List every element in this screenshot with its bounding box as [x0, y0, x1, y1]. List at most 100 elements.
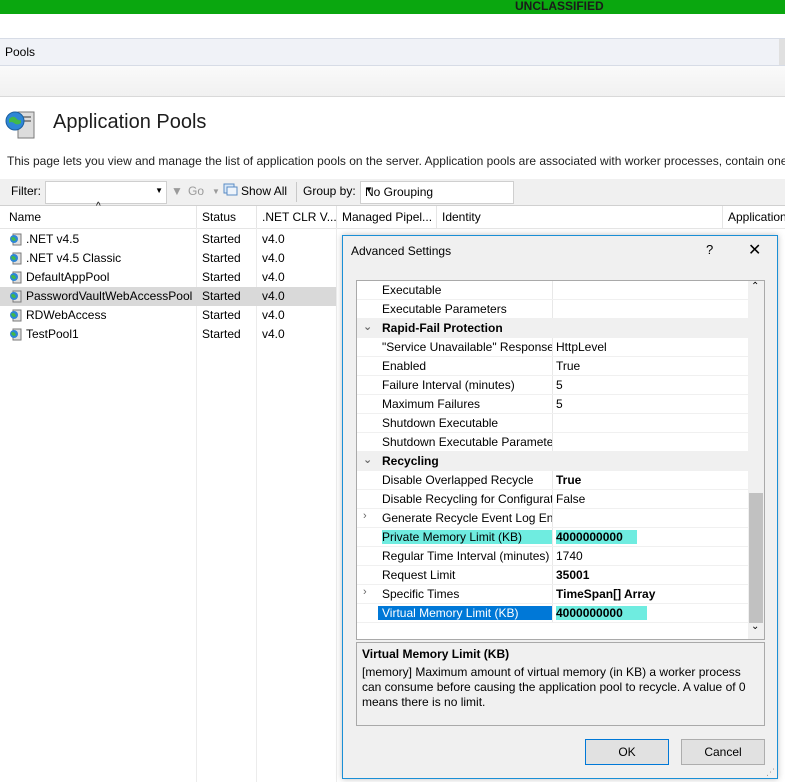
property-name: Generate Recycle Event Log Entry — [382, 511, 552, 525]
column-divider[interactable] — [722, 206, 723, 228]
property-value[interactable]: True — [556, 359, 580, 373]
pool-status: Started — [202, 270, 241, 284]
pool-status: Started — [202, 251, 241, 265]
pool-clr-version: v4.0 — [262, 308, 285, 322]
property-description-text: [memory] Maximum amount of virtual memor… — [362, 665, 746, 709]
pool-name: PasswordVaultWebAccessPool — [26, 289, 193, 303]
property-row[interactable]: Request Limit 35001 — [357, 566, 748, 585]
property-value[interactable]: True — [556, 473, 581, 487]
column-divider[interactable] — [336, 206, 337, 228]
expand-icon[interactable]: › — [363, 586, 367, 598]
property-row[interactable]: Enabled True — [357, 357, 748, 376]
property-row[interactable]: Virtual Memory Limit (KB) 4000000000 — [357, 604, 748, 623]
property-value[interactable]: TimeSpan[] Array — [556, 587, 655, 601]
property-value[interactable]: 1740 — [556, 549, 583, 563]
app-pool-icon — [10, 252, 22, 265]
column-header-pipeline[interactable]: Managed Pipel... — [342, 210, 432, 224]
property-row[interactable]: Disable Recycling for Configuration Chan… — [357, 490, 748, 509]
property-name: Disable Recycling for Configuration Chan… — [382, 492, 552, 506]
property-scrollbar[interactable]: ⌃ ⌄ — [748, 281, 764, 639]
expand-icon[interactable]: › — [363, 510, 367, 522]
grid-divider — [552, 338, 553, 357]
go-dropdown-icon[interactable]: ▼ — [212, 187, 220, 196]
app-pool-icon — [10, 309, 22, 322]
table-row[interactable]: TestPool1 Started v4.0 — [0, 325, 336, 344]
pool-clr-version: v4.0 — [262, 289, 285, 303]
grid-divider — [552, 566, 553, 585]
table-row[interactable]: RDWebAccess Started v4.0 — [0, 306, 336, 325]
grid-divider — [552, 357, 553, 376]
grid-divider — [552, 490, 553, 509]
close-button[interactable]: ✕ — [748, 240, 761, 260]
property-row[interactable]: Executable Parameters — [357, 300, 748, 319]
column-header-clr[interactable]: .NET CLR V... — [262, 210, 337, 224]
property-value[interactable]: HttpLevel — [556, 340, 607, 354]
property-row[interactable]: Maximum Failures 5 — [357, 395, 748, 414]
collapse-icon[interactable]: ⌄ — [363, 320, 372, 333]
app-pool-icon — [10, 233, 22, 246]
property-name: Virtual Memory Limit (KB) — [378, 606, 552, 620]
ok-button[interactable]: OK — [585, 739, 669, 765]
column-header-identity[interactable]: Identity — [442, 210, 481, 224]
collapse-icon[interactable]: ⌄ — [363, 453, 372, 466]
table-row[interactable]: .NET v4.5 Started v4.0 — [0, 230, 336, 249]
column-divider[interactable] — [196, 206, 197, 228]
table-row[interactable]: PasswordVaultWebAccessPool Started v4.0 — [0, 287, 336, 306]
property-value[interactable]: 4000000000 — [556, 606, 647, 620]
column-divider[interactable] — [256, 206, 257, 228]
page-description: This page lets you view and manage the l… — [7, 154, 785, 168]
scroll-down-icon[interactable]: ⌄ — [751, 621, 759, 632]
property-grid: Executable Executable Parameters ⌄ Rapid-Fa… — [356, 280, 765, 640]
go-button[interactable]: Go — [188, 184, 204, 198]
table-row[interactable]: .NET v4.5 Classic Started v4.0 — [0, 249, 336, 268]
property-name: Shutdown Executable Parameters — [382, 435, 552, 449]
grid-divider — [552, 604, 553, 623]
show-all-button[interactable]: Show All — [241, 184, 287, 198]
property-value[interactable]: False — [556, 492, 585, 506]
breadcrumb-scroll — [779, 39, 785, 65]
property-row[interactable]: Shutdown Executable Parameters — [357, 433, 748, 452]
breadcrumb-item-pools[interactable]: Pools — [5, 45, 35, 59]
property-name: Specific Times — [382, 587, 460, 601]
chevron-down-icon[interactable]: ▼ — [155, 186, 163, 195]
scrollbar-thumb[interactable] — [749, 493, 763, 623]
cancel-button[interactable]: Cancel — [681, 739, 765, 765]
help-button[interactable]: ? — [706, 242, 713, 257]
property-row[interactable]: Failure Interval (minutes) 5 — [357, 376, 748, 395]
resize-grip-icon[interactable]: ⋰ — [766, 767, 775, 778]
property-name: Disable Overlapped Recycle — [382, 473, 534, 487]
column-divider[interactable] — [436, 206, 437, 228]
property-row[interactable]: › Generate Recycle Event Log Entry — [357, 509, 748, 528]
property-row[interactable]: Regular Time Interval (minutes) 1740 — [357, 547, 748, 566]
property-value[interactable]: 4000000000 — [556, 530, 637, 544]
property-row[interactable]: › Specific Times TimeSpan[] Array — [357, 585, 748, 604]
property-name: Enabled — [382, 359, 427, 373]
property-value[interactable]: 5 — [556, 378, 563, 392]
property-row[interactable]: Private Memory Limit (KB) 4000000000 — [357, 528, 748, 547]
property-category[interactable]: ⌄ Recycling — [357, 452, 748, 471]
group-by-select[interactable]: No Grouping ▼ — [360, 181, 514, 204]
grid-divider — [552, 471, 553, 490]
column-header-name[interactable]: Name — [9, 210, 41, 224]
table-row[interactable]: DefaultAppPool Started v4.0 — [0, 268, 336, 287]
property-row[interactable]: Shutdown Executable — [357, 414, 748, 433]
property-value[interactable]: 5 — [556, 397, 563, 411]
category-label: Rapid-Fail Protection — [382, 321, 503, 335]
filter-input[interactable]: ▼ — [45, 181, 167, 204]
property-row[interactable]: Disable Overlapped Recycle True — [357, 471, 748, 490]
filter-label: Filter: — [11, 184, 41, 198]
application-pools-icon — [4, 108, 38, 142]
property-category[interactable]: ⌄ Rapid-Fail Protection — [357, 319, 748, 338]
column-header-status[interactable]: Status — [202, 210, 236, 224]
pool-name: DefaultAppPool — [26, 270, 110, 284]
dialog-title: Advanced Settings — [351, 244, 452, 258]
chevron-down-icon[interactable]: ▼ — [365, 185, 510, 194]
property-row[interactable]: Executable — [357, 281, 748, 300]
advanced-settings-dialog: Advanced Settings ? ✕ Executable Executab… — [342, 235, 778, 779]
property-description-title: Virtual Memory Limit (KB) — [362, 647, 510, 661]
scroll-up-icon[interactable]: ⌃ — [751, 281, 759, 292]
column-header-application[interactable]: Application — [728, 210, 785, 224]
property-row[interactable]: "Service Unavailable" Response Type HttpL… — [357, 338, 748, 357]
property-value[interactable]: 35001 — [556, 568, 589, 582]
breadcrumb: Pools — [0, 38, 785, 66]
